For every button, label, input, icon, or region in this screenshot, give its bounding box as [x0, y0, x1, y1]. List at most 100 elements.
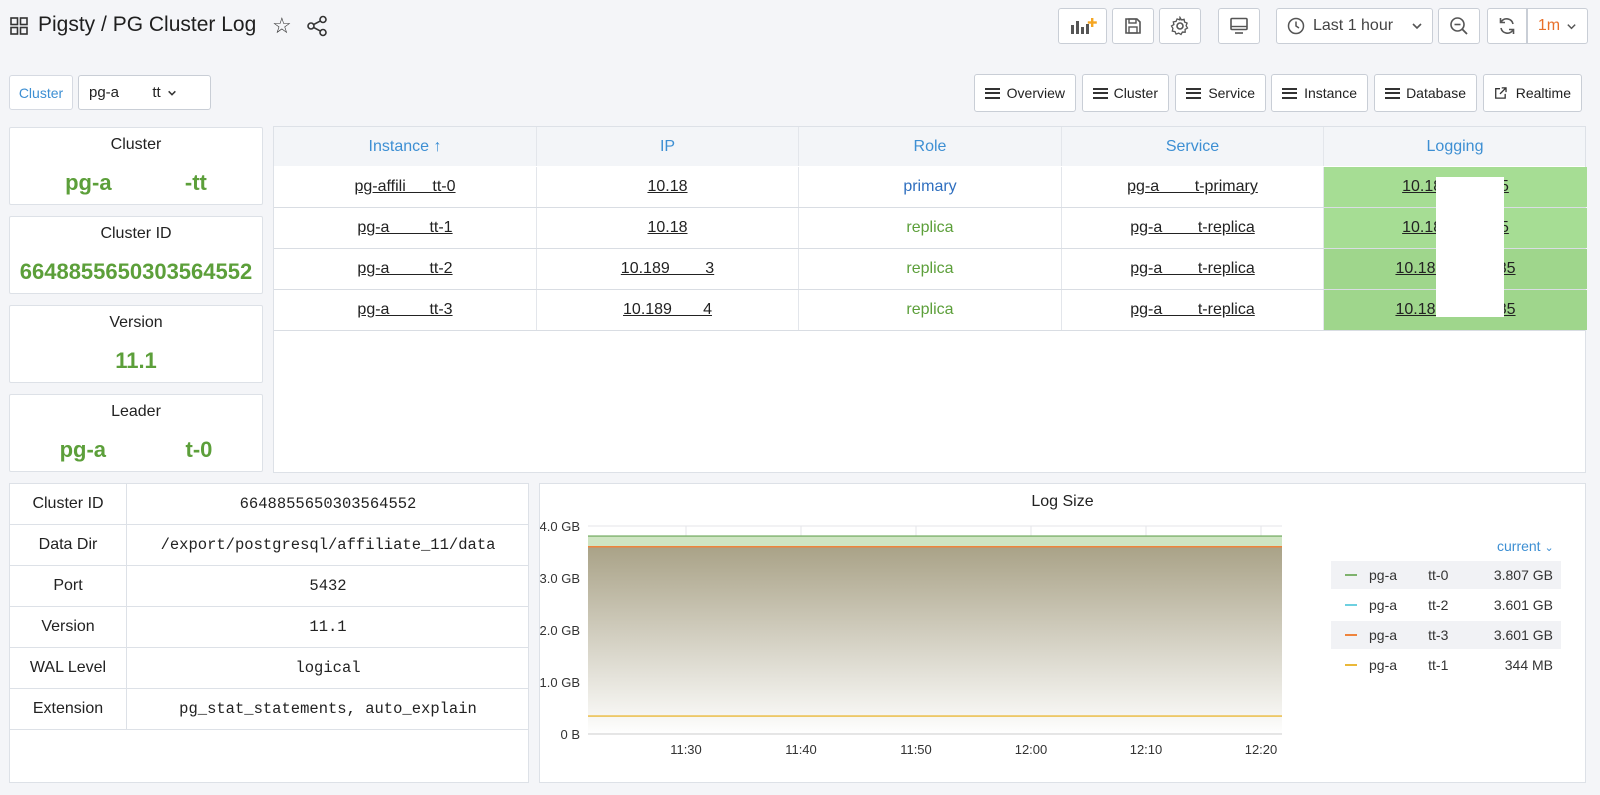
- role-value: replica: [799, 249, 1062, 289]
- y-tick-label: 0 B: [560, 727, 580, 742]
- stat-panel-leader: Leader pg-a t-0: [9, 394, 263, 472]
- instance-link[interactable]: pg-a tt-1: [357, 219, 452, 237]
- legend-current-value: 3.807 GB: [1493, 567, 1553, 583]
- column-header-ip[interactable]: IP: [537, 127, 799, 166]
- settings-button[interactable]: [1159, 8, 1201, 44]
- column-header-service[interactable]: Service: [1062, 127, 1324, 166]
- external-link-icon: [1495, 87, 1507, 99]
- save-icon: [1125, 18, 1141, 34]
- redaction-mask: [1436, 177, 1504, 317]
- cluster-variable-select[interactable]: pg-a tt: [78, 75, 211, 110]
- page-title[interactable]: Pigsty / PG Cluster Log: [38, 13, 256, 37]
- monitor-icon: [1230, 17, 1248, 34]
- zoom-out-button[interactable]: [1438, 8, 1480, 44]
- nav-link-instance[interactable]: Instance: [1271, 74, 1368, 112]
- stat-value: pg-a -tt: [65, 170, 207, 195]
- service-link[interactable]: pg-a t-primary: [1127, 178, 1258, 196]
- instance-link[interactable]: pg-a tt-2: [357, 260, 452, 278]
- legend-item[interactable]: pg-a tt-1 344 MB: [1331, 651, 1561, 679]
- service-link[interactable]: pg-a t-replica: [1130, 219, 1255, 237]
- nav-link-label: Instance: [1304, 85, 1357, 101]
- stat-panel-cluster: Cluster pg-a -tt: [9, 127, 263, 205]
- ip-link[interactable]: 10.18: [647, 219, 687, 237]
- config-key: Cluster ID: [10, 484, 127, 524]
- x-tick-label: 11:30: [670, 742, 702, 757]
- instance-link[interactable]: pg-a tt-3: [357, 301, 452, 319]
- ip-link[interactable]: 10.189 3: [621, 260, 714, 278]
- legend-item[interactable]: pg-a tt-0 3.807 GB: [1331, 561, 1561, 589]
- legend-series-name: pg-a tt-3: [1369, 627, 1449, 643]
- column-header-role[interactable]: Role: [799, 127, 1062, 166]
- stat-title: Cluster: [110, 136, 162, 153]
- ip-link[interactable]: 10.18: [647, 178, 687, 196]
- stat-title: Version: [109, 314, 163, 331]
- nav-link-label: Cluster: [1113, 85, 1158, 101]
- column-header-instance[interactable]: Instance ↑: [274, 127, 537, 166]
- refresh-button[interactable]: [1487, 8, 1527, 44]
- nav-link-realtime[interactable]: Realtime: [1483, 74, 1582, 112]
- nav-link-service[interactable]: Service: [1175, 74, 1266, 112]
- legend-swatch: [1345, 574, 1357, 576]
- star-icon[interactable]: ☆: [272, 14, 292, 38]
- stat-value: pg-a t-0: [59, 437, 213, 462]
- table-header: Instance ↑ IP Role Service Logging: [274, 127, 1585, 166]
- legend-item[interactable]: pg-a tt-2 3.601 GB: [1331, 591, 1561, 619]
- config-value: /export/postgresql/affiliate_11/data: [160, 536, 496, 554]
- config-value: 5432: [309, 577, 347, 595]
- legend-swatch: [1345, 604, 1357, 606]
- nav-link-cluster[interactable]: Cluster: [1082, 74, 1169, 112]
- service-link[interactable]: pg-a t-replica: [1130, 260, 1255, 278]
- nav-link-label: Overview: [1006, 85, 1065, 101]
- instance-link[interactable]: pg-affili tt-0: [354, 178, 455, 196]
- log-size-panel: Log Size 0 B 1.0 GB 2.0 GB 3.0 GB 4.0 GB 11:3…: [539, 483, 1586, 783]
- legend-item[interactable]: pg-a tt-3 3.601 GB: [1331, 621, 1561, 649]
- cluster-variable-value: pg-a tt: [89, 84, 161, 101]
- dashboard-grid-icon[interactable]: [10, 17, 28, 35]
- gear-icon: [1170, 16, 1189, 36]
- share-icon[interactable]: [306, 15, 328, 37]
- chevron-down-icon: ⌄: [1544, 542, 1554, 554]
- time-range-picker[interactable]: Last 1 hour: [1276, 8, 1433, 44]
- tv-mode-button[interactable]: [1218, 8, 1260, 44]
- config-key: Extension: [10, 689, 127, 729]
- y-tick-label: 3.0 GB: [540, 571, 580, 586]
- config-value: 6648855650303564552: [239, 495, 417, 513]
- save-button[interactable]: [1112, 8, 1154, 44]
- column-header-logging[interactable]: Logging: [1324, 127, 1586, 166]
- table-row: pg-a tt-2 10.189 3 replica pg-a t-replic…: [274, 249, 1587, 290]
- series-area: [588, 546, 1282, 734]
- legend-swatch: [1345, 664, 1357, 666]
- config-value: logical: [295, 659, 361, 677]
- role-value: replica: [799, 208, 1062, 248]
- nav-link-overview[interactable]: Overview: [974, 74, 1076, 112]
- add-panel-button[interactable]: [1058, 8, 1107, 44]
- time-range-label: Last 1 hour: [1313, 17, 1394, 34]
- menu-icon: [1093, 87, 1108, 99]
- legend-current-value: 344 MB: [1504, 657, 1553, 673]
- service-link[interactable]: pg-a t-replica: [1130, 301, 1255, 319]
- config-key: Data Dir: [10, 525, 127, 565]
- config-key: Version: [10, 607, 127, 647]
- x-tick-label: 11:50: [900, 742, 932, 757]
- legend-sort-header[interactable]: current ⌄: [1497, 538, 1554, 554]
- x-tick-label: 12:20: [1245, 742, 1278, 757]
- config-value: 11.1: [309, 618, 347, 636]
- chevron-down-icon: [167, 90, 176, 96]
- config-key: Port: [10, 566, 127, 606]
- chevron-down-icon: [1567, 23, 1576, 29]
- ip-link[interactable]: 10.189 4: [623, 301, 712, 319]
- menu-icon: [1385, 87, 1400, 99]
- table-row: WAL Level logical: [10, 648, 528, 689]
- legend-swatch: [1345, 634, 1357, 636]
- table-row: pg-a tt-3 10.189 4 replica pg-a t-replic…: [274, 290, 1587, 331]
- menu-icon: [1282, 87, 1297, 99]
- config-table: Cluster ID 6648855650303564552 Data Dir …: [9, 483, 529, 783]
- nav-link-database[interactable]: Database: [1374, 74, 1477, 112]
- cluster-variable-label: Cluster: [9, 75, 73, 110]
- add-panel-icon: [1070, 18, 1097, 34]
- stat-title: Cluster ID: [100, 225, 172, 242]
- y-tick-label: 4.0 GB: [540, 519, 580, 534]
- legend-header-label: current: [1497, 538, 1541, 554]
- stat-panel-version: Version 11.1: [9, 305, 263, 383]
- refresh-interval-picker[interactable]: 1m: [1527, 8, 1588, 44]
